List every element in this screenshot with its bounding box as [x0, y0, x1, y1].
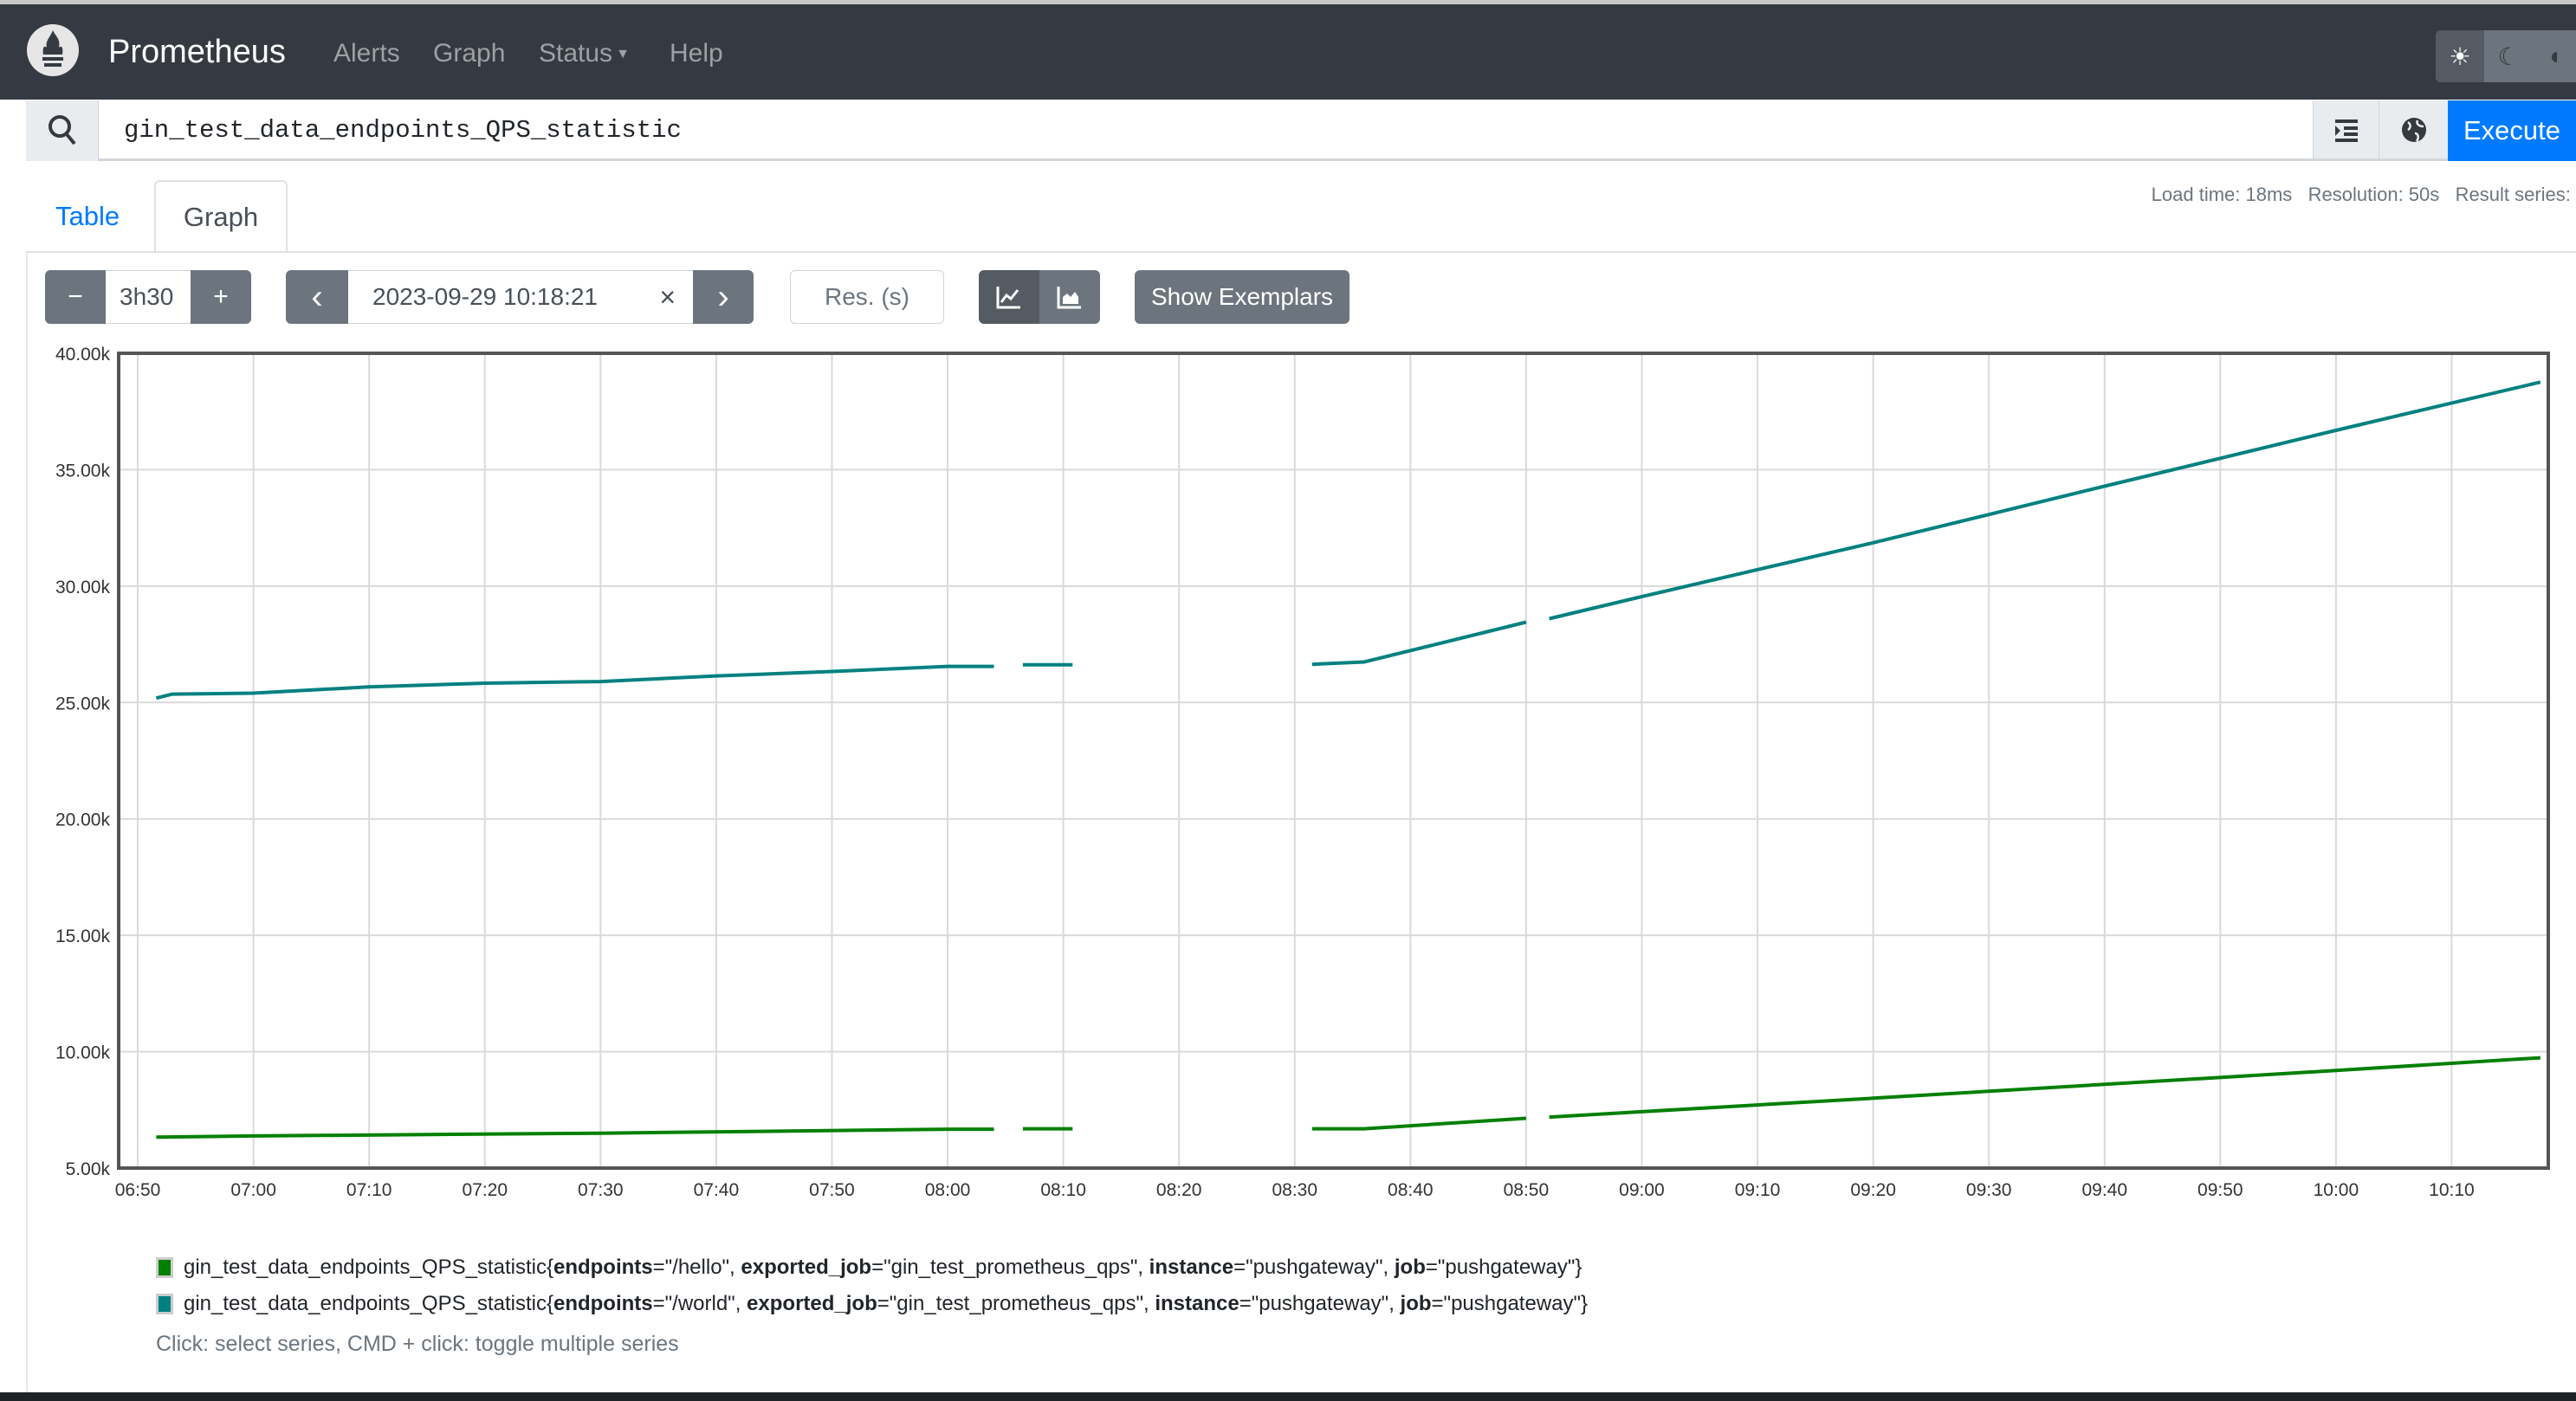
legend-label-key: job [1400, 1292, 1432, 1315]
format-expression-icon[interactable] [2313, 100, 2379, 158]
y-tick-label: 15.00k [55, 926, 111, 946]
nav-status[interactable]: Status ▼ [539, 39, 630, 68]
expression-input[interactable]: gin_test_data_endpoints_QPS_statistic [124, 116, 682, 145]
prometheus-logo-icon[interactable] [26, 23, 80, 77]
y-tick-label: 40.00k [55, 345, 111, 365]
legend-item-hello[interactable]: gin_test_data_endpoints_QPS_statistic{en… [156, 1256, 1582, 1280]
legend-label-key: exported_job [747, 1292, 877, 1315]
theme-switcher: ☀ ☾ ◐ [2436, 30, 2576, 82]
x-tick-label: 10:10 [2429, 1180, 2475, 1200]
x-tick-label: 08:10 [1040, 1180, 1086, 1200]
search-icon [26, 100, 99, 161]
x-tick-label: 08:20 [1156, 1180, 1202, 1200]
series-line-world[interactable] [1549, 380, 2541, 621]
nav-graph[interactable]: Graph [433, 39, 505, 68]
y-tick-label: 30.00k [55, 578, 111, 597]
x-tick-label: 10:00 [2314, 1180, 2359, 1200]
x-tick-label: 09:20 [1850, 1180, 1896, 1200]
legend-swatch-hello [156, 1257, 173, 1278]
x-tick-label: 07:20 [462, 1180, 508, 1200]
window-bottom-edge [0, 1392, 2576, 1401]
show-exemplars-button[interactable]: Show Exemplars [1135, 270, 1349, 324]
resolution-input[interactable]: Res. (s) [790, 270, 944, 324]
legend-label-value: ="/world", [652, 1292, 748, 1315]
x-tick-label: 07:00 [230, 1180, 276, 1200]
legend-label-key: exported_job [741, 1256, 872, 1279]
plot-frame [117, 352, 2550, 1170]
x-tick-label: 09:40 [2081, 1180, 2127, 1200]
legend-label-value: ="gin_test_prometheus_qps", [877, 1292, 1155, 1315]
x-tick-label: 07:50 [809, 1180, 855, 1200]
stacked-chart-icon[interactable] [1039, 270, 1100, 324]
x-tick-label: 07:40 [694, 1180, 740, 1200]
tab-divider [26, 251, 2576, 253]
legend-swatch-world [156, 1294, 173, 1314]
series-line-hello[interactable] [156, 1127, 994, 1140]
x-tick-label: 09:10 [1735, 1180, 1781, 1200]
decrease-range-button[interactable]: − [45, 270, 106, 324]
x-tick-label: 07:10 [346, 1180, 392, 1200]
caret-down-icon: ▼ [616, 47, 630, 62]
nav-status-label: Status [539, 39, 613, 68]
tab-graph[interactable]: Graph [154, 180, 288, 253]
brand-title[interactable]: Prometheus [108, 34, 286, 71]
legend-label-key: endpoints [553, 1256, 653, 1279]
x-tick-label: 09:30 [1966, 1180, 2012, 1200]
legend-label-value: ="pushgateway"} [1425, 1256, 1582, 1279]
range-input[interactable]: 3h30 [106, 270, 191, 324]
y-tick-label: 10.00k [55, 1043, 111, 1063]
x-tick-label: 08:50 [1504, 1180, 1550, 1200]
expression-bar: gin_test_data_endpoints_QPS_statistic Ex… [26, 100, 2576, 161]
next-time-button[interactable]: › [693, 270, 754, 324]
x-tick-label: 09:50 [2197, 1180, 2243, 1200]
legend-label-value: ="gin_test_prometheus_qps", [871, 1256, 1149, 1279]
legend-hint: Click: select series, CMD + click: toggl… [156, 1332, 679, 1356]
y-tick-label: 20.00k [55, 810, 111, 830]
query-stats: Load time: 18ms Resolution: 50s Result s… [2151, 184, 2576, 205]
line-chart-icon[interactable] [979, 270, 1039, 324]
moon-icon[interactable]: ☾ [2484, 30, 2533, 82]
end-time-input[interactable]: 2023-09-29 10:18:21 × [348, 270, 693, 324]
contrast-icon[interactable]: ◐ [2533, 30, 2576, 82]
legend-metric: gin_test_data_endpoints_QPS_statistic{ [184, 1292, 553, 1315]
x-tick-label: 06:50 [115, 1180, 161, 1200]
legend-label-key: job [1394, 1256, 1426, 1279]
x-tick-label: 08:30 [1272, 1180, 1317, 1200]
graph-chart[interactable]: 5.00k 10.00k 15.00k 20.00k 25.00k 30.00k 35.00… [0, 338, 2576, 1212]
legend-label-value: ="/hello", [652, 1256, 741, 1279]
series-line-hello[interactable] [1549, 1056, 2541, 1120]
x-tick-label: 08:40 [1388, 1180, 1434, 1200]
metrics-explorer-globe-icon[interactable] [2379, 100, 2449, 158]
legend-item-world[interactable]: gin_test_data_endpoints_QPS_statistic{en… [156, 1292, 1588, 1316]
end-time-value: 2023-09-29 10:18:21 [372, 283, 598, 310]
y-tick-label: 25.00k [55, 694, 111, 713]
execute-button[interactable]: Execute [2448, 100, 2576, 161]
previous-time-button[interactable]: ‹ [286, 270, 348, 324]
clear-end-time-icon[interactable]: × [659, 281, 676, 313]
legend-label-value: ="pushgateway", [1239, 1292, 1401, 1315]
y-tick-label: 35.00k [55, 461, 111, 481]
tab-table[interactable]: Table [55, 201, 120, 232]
x-tick-label: 09:00 [1619, 1180, 1665, 1200]
increase-range-button[interactable]: + [191, 270, 251, 324]
legend-label-value: ="pushgateway", [1233, 1256, 1395, 1279]
series-line-world[interactable] [1311, 620, 1527, 667]
navbar: Prometheus Alerts Graph Status ▼ Help ☀ ☾… [0, 0, 2576, 100]
legend-label-value: ="pushgateway"} [1431, 1292, 1589, 1315]
sun-icon[interactable]: ☀ [2436, 30, 2484, 82]
legend-label-key: instance [1149, 1256, 1234, 1279]
series-line-world[interactable] [155, 664, 994, 700]
series-line-hello[interactable] [1311, 1116, 1527, 1131]
legend-label-key: endpoints [553, 1292, 653, 1315]
x-tick-label: 08:00 [925, 1180, 971, 1200]
x-tick-label: 07:30 [578, 1180, 624, 1200]
legend-label-key: instance [1155, 1292, 1239, 1315]
nav-help[interactable]: Help [670, 39, 723, 68]
nav-alerts[interactable]: Alerts [333, 39, 400, 68]
y-tick-label: 5.00k [66, 1159, 111, 1179]
legend-metric: gin_test_data_endpoints_QPS_statistic{ [184, 1256, 553, 1279]
